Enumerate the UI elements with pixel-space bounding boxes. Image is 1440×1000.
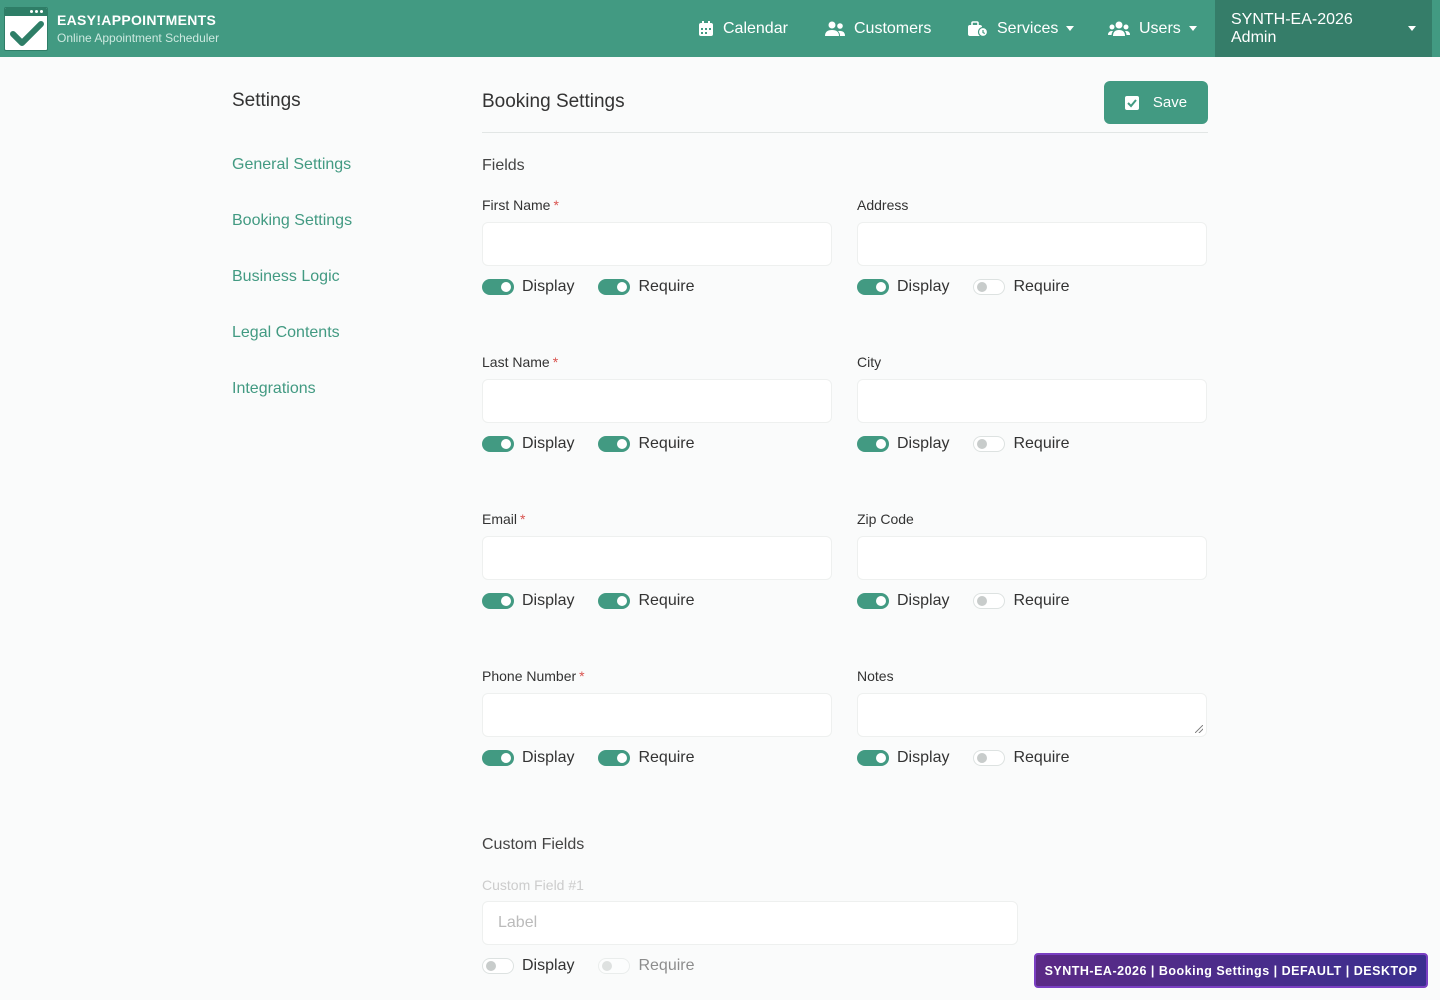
city-input[interactable]: [857, 379, 1207, 423]
toggle-switch-icon: [857, 750, 889, 766]
email-input[interactable]: [482, 536, 832, 580]
last-name-toggles: Display Require: [482, 434, 719, 454]
save-button[interactable]: Save: [1104, 81, 1208, 124]
notes-display-toggle[interactable]: Display: [857, 749, 949, 767]
nav-calendar[interactable]: Calendar: [698, 0, 788, 57]
chevron-down-icon: [1408, 26, 1416, 31]
main-nav: Calendar Customers Services Users SYNTH-…: [0, 0, 1440, 57]
calendar-icon: [698, 20, 714, 37]
sidebar-item-integrations[interactable]: Integrations: [232, 380, 316, 398]
toggle-switch-icon: [482, 436, 514, 452]
check-square-icon: [1124, 95, 1139, 110]
address-display-toggle[interactable]: Display: [857, 278, 949, 296]
nav-admin-label: SYNTH-EA-2026 Admin: [1231, 10, 1353, 46]
nav-customers-label: Customers: [854, 19, 932, 37]
phone-number-label: Phone Number *: [482, 668, 585, 684]
nav-admin-menu[interactable]: SYNTH-EA-2026 Admin: [1215, 0, 1432, 57]
environment-badge: SYNTH-EA-2026 | Booking Settings | DEFAU…: [1034, 953, 1428, 988]
resize-grip-icon[interactable]: [1195, 725, 1203, 733]
toggle-switch-icon: [973, 436, 1006, 452]
last-name-input[interactable]: [482, 379, 832, 423]
custom-field-1-require-toggle[interactable]: Require: [598, 957, 695, 975]
custom-field-1-title: Custom Field #1: [482, 877, 584, 893]
zip-code-input[interactable]: [857, 536, 1207, 580]
first-name-require-toggle[interactable]: Require: [598, 278, 695, 296]
phone-number-display-toggle[interactable]: Display: [482, 749, 574, 767]
last-name-display-toggle[interactable]: Display: [482, 435, 574, 453]
sidebar-item-legal-contents[interactable]: Legal Contents: [232, 324, 340, 342]
email-label: Email *: [482, 511, 526, 527]
notes-label: Notes: [857, 668, 894, 684]
save-button-label: Save: [1152, 94, 1188, 111]
sidebar-item-booking-settings[interactable]: Booking Settings: [232, 212, 352, 230]
notes-textarea[interactable]: [857, 693, 1207, 737]
address-toggles: Display Require: [857, 277, 1094, 297]
toggle-switch-icon: [482, 958, 514, 974]
sidebar-title: Settings: [232, 90, 301, 111]
city-label: City: [857, 354, 882, 370]
toggle-switch-icon: [857, 436, 889, 452]
toggle-switch-icon: [598, 279, 631, 295]
notes-toggles: Display Require: [857, 748, 1094, 768]
custom-field-1-label-input[interactable]: Label: [482, 901, 1018, 945]
nav-customers[interactable]: Customers: [825, 0, 931, 57]
nav-users-label: Users: [1139, 19, 1181, 37]
city-display-toggle[interactable]: Display: [857, 435, 949, 453]
toggle-switch-icon: [598, 593, 631, 609]
city-toggles: Display Require: [857, 434, 1094, 454]
phone-number-require-toggle[interactable]: Require: [598, 749, 695, 767]
phone-number-toggles: Display Require: [482, 748, 719, 768]
first-name-input[interactable]: [482, 222, 832, 266]
email-toggles: Display Require: [482, 591, 719, 611]
zip-code-label: Zip Code: [857, 511, 914, 527]
zip-code-require-toggle[interactable]: Require: [973, 592, 1070, 610]
toggle-switch-icon: [973, 593, 1006, 609]
zip-code-toggles: Display Require: [857, 591, 1094, 611]
toggle-switch-icon: [482, 750, 514, 766]
custom-fields-section-title: Custom Fields: [482, 836, 585, 853]
toggle-switch-icon: [598, 436, 631, 452]
toggle-switch-icon: [857, 279, 889, 295]
nav-services-label: Services: [997, 19, 1059, 37]
last-name-require-toggle[interactable]: Require: [598, 435, 695, 453]
email-display-toggle[interactable]: Display: [482, 592, 574, 610]
zip-code-display-toggle[interactable]: Display: [857, 592, 949, 610]
page-title: Booking Settings: [482, 91, 625, 112]
toggle-switch-icon: [973, 279, 1006, 295]
business-time-icon: [968, 20, 988, 37]
toggle-switch-icon: [598, 958, 631, 974]
custom-field-1-toggles: Display Require: [482, 956, 719, 976]
fields-section-title: Fields: [482, 157, 525, 174]
first-name-toggles: Display Require: [482, 277, 719, 297]
toggle-switch-icon: [598, 750, 631, 766]
header-divider: [482, 132, 1208, 133]
first-name-label: First Name *: [482, 197, 559, 213]
last-name-label: Last Name *: [482, 354, 559, 370]
user-friends-icon: [825, 21, 845, 37]
notes-require-toggle[interactable]: Require: [973, 749, 1070, 767]
phone-number-input[interactable]: [482, 693, 832, 737]
custom-field-1-display-toggle[interactable]: Display: [482, 957, 574, 975]
chevron-down-icon: [1188, 26, 1197, 31]
toggle-switch-icon: [482, 279, 514, 295]
sidebar-item-business-logic[interactable]: Business Logic: [232, 268, 340, 286]
chevron-down-icon: [1066, 26, 1075, 31]
nav-users[interactable]: Users: [1108, 0, 1197, 57]
toggle-switch-icon: [973, 750, 1006, 766]
toggle-switch-icon: [482, 593, 514, 609]
address-input[interactable]: [857, 222, 1207, 266]
email-require-toggle[interactable]: Require: [598, 592, 695, 610]
city-require-toggle[interactable]: Require: [973, 435, 1070, 453]
nav-services[interactable]: Services: [968, 0, 1075, 57]
address-require-toggle[interactable]: Require: [973, 278, 1070, 296]
toggle-switch-icon: [857, 593, 889, 609]
users-icon: [1108, 21, 1130, 37]
first-name-display-toggle[interactable]: Display: [482, 278, 574, 296]
nav-calendar-label: Calendar: [723, 19, 788, 37]
address-label: Address: [857, 197, 909, 213]
sidebar-item-general-settings[interactable]: General Settings: [232, 156, 351, 174]
